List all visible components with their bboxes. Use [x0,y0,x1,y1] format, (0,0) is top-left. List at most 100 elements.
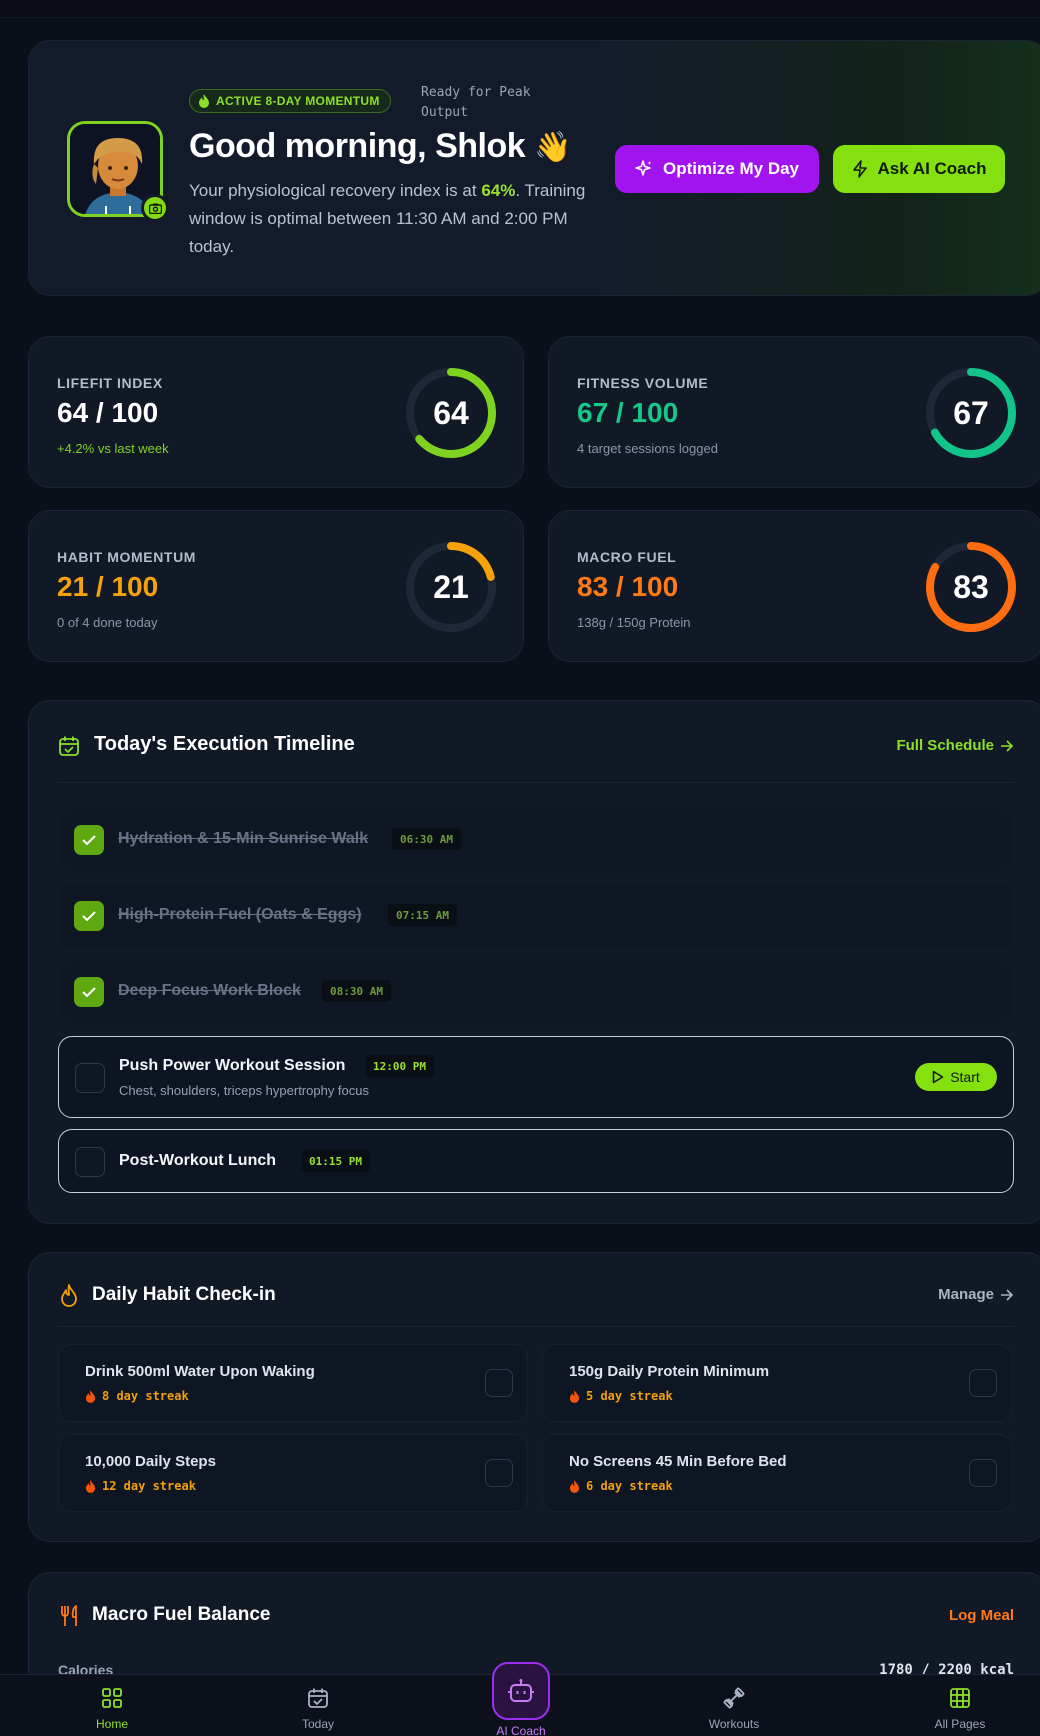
optimize-day-label: Optimize My Day [662,159,800,178]
nav-home[interactable]: Home [52,1675,172,1736]
log-meal-label: Log Meal [948,1607,1014,1624]
habit-item[interactable]: 10,000 Daily Steps 12 day streak [58,1434,528,1512]
nav-all-pages[interactable]: All Pages [900,1675,1020,1736]
habit-streak-label: 12 day streak [102,1479,196,1493]
desc-text-1: Your physiological recovery index is at [189,181,482,200]
checkbox-checked[interactable] [74,825,104,855]
optimize-day-button[interactable]: Optimize My Day [615,145,819,193]
habit-item[interactable]: Drink 500ml Water Upon Waking 8 day stre… [58,1344,528,1422]
wave-icon: 👋 [534,130,571,165]
nav-today-label: Today [301,1717,335,1731]
ai-coach-button[interactable] [492,1662,550,1720]
habits-title: Daily Habit Check-in [92,1284,276,1305]
check-icon [82,911,96,922]
nav-home-label: Home [95,1717,128,1731]
habit-streak: 8 day streak [85,1389,189,1403]
flame-icon [61,1284,77,1307]
manage-link[interactable]: Manage [938,1286,1014,1303]
start-button[interactable]: Start [915,1063,997,1091]
check-icon [82,835,96,846]
timeline-item-sub: Chest, shoulders, triceps hypertrophy fo… [119,1083,370,1098]
checkbox-unchecked[interactable] [75,1063,105,1093]
timeline-item[interactable]: Deep Focus Work Block 08:30 AM [58,961,1014,1023]
arrow-right-icon [1001,1288,1014,1301]
habit-name: No Screens 45 Min Before Bed [569,1453,787,1470]
camera-icon[interactable] [141,194,169,222]
timeline-item-current[interactable]: Push Power Workout Session 12:00 PM Ches… [58,1036,1014,1118]
habit-streak-label: 5 day streak [586,1389,673,1403]
stat-value: 83 / 100 [577,571,679,602]
score-ring-value: 64 [433,394,469,431]
stat-sub: +4.2% vs last week [57,441,169,456]
timeline-time: 01:15 PM [301,1150,370,1172]
timeline-item[interactable]: Post-Workout Lunch 01:15 PM [58,1129,1014,1193]
stat-card-lifefit[interactable]: LIFEFIT INDEX 64 / 100 +4.2% vs last wee… [28,336,524,488]
timeline-item-name: Hydration & 15-Min Sunrise Walk [118,830,369,847]
flame-icon [199,94,209,108]
hero-card: ACTIVE 8-DAY MOMENTUM Ready for Peak Out… [28,40,1040,296]
habit-streak: 12 day streak [85,1479,196,1493]
ready-status: Ready for Peak Output [421,85,531,120]
timeline-item[interactable]: Hydration & 15-Min Sunrise Walk 06:30 AM [58,809,1014,871]
start-label: Start [950,1069,980,1085]
habit-item[interactable]: 150g Daily Protein Minimum 5 day streak [542,1344,1012,1422]
habit-streak: 5 day streak [569,1389,673,1403]
top-status-strip [0,0,1040,18]
habit-checkbox[interactable] [485,1369,513,1397]
habit-item[interactable]: No Screens 45 Min Before Bed 6 day strea… [542,1434,1012,1512]
stat-card-macro[interactable]: MACRO FUEL 83 / 100 138g / 150g Protein … [548,510,1040,662]
habit-checkbox[interactable] [485,1459,513,1487]
nav-workouts[interactable]: Workouts [674,1675,794,1736]
macro-title: Macro Fuel Balance [92,1604,271,1625]
check-icon [82,987,96,998]
nav-today[interactable]: Today [258,1675,378,1736]
fire-icon [569,1479,580,1493]
full-schedule-label: Full Schedule [896,737,994,754]
timeline-item-name: High-Protein Fuel (Oats & Eggs) [118,906,362,923]
calendar-icon [305,1685,331,1711]
habit-checkbox[interactable] [969,1369,997,1397]
score-ring-value: 83 [953,568,989,605]
play-icon [932,1070,944,1084]
checkbox-checked[interactable] [74,977,104,1007]
timeline-time: 07:15 AM [388,904,457,926]
stat-label: FITNESS VOLUME [577,375,709,391]
checkbox-unchecked[interactable] [75,1147,105,1177]
nav-workouts-label: Workouts [708,1717,760,1731]
stat-label: LIFEFIT INDEX [57,375,163,391]
grid-icon [99,1685,125,1711]
arrow-right-icon [1001,739,1014,752]
ask-ai-coach-button[interactable]: Ask AI Coach [833,145,1005,193]
stat-sub: 4 target sessions logged [577,441,718,456]
stat-label: HABIT MOMENTUM [57,549,197,565]
habit-name: Drink 500ml Water Upon Waking [85,1363,315,1380]
fire-icon [85,1389,96,1403]
robot-icon [508,1679,534,1702]
timeline-item-name: Post-Workout Lunch [119,1152,277,1169]
stat-card-habit[interactable]: HABIT MOMENTUM 21 / 100 0 of 4 done toda… [28,510,524,662]
stat-label: MACRO FUEL [577,549,677,565]
timeline-item-name: Push Power Workout Session [119,1057,346,1074]
recovery-percent: 64% [481,181,516,200]
timeline-title: Today's Execution Timeline [94,733,355,755]
momentum-badge: ACTIVE 8-DAY MOMENTUM [189,89,391,113]
stat-card-fitness[interactable]: FITNESS VOLUME 67 / 100 4 target session… [548,336,1040,488]
checkbox-checked[interactable] [74,901,104,931]
stat-sub: 0 of 4 done today [57,615,158,630]
log-meal-link[interactable]: Log Meal [949,1607,1014,1624]
habit-name: 10,000 Daily Steps [85,1453,216,1470]
timeline-item[interactable]: High-Protein Fuel (Oats & Eggs) 07:15 AM [58,885,1014,947]
habit-streak-label: 8 day streak [102,1389,189,1403]
ask-ai-coach-label: Ask AI Coach [877,159,987,178]
full-schedule-link[interactable]: Full Schedule [896,737,1014,754]
fire-icon [569,1389,580,1403]
manage-label: Manage [938,1286,994,1303]
score-ring-value: 67 [953,394,989,431]
fork-knife-icon [61,1605,77,1626]
habit-checkbox[interactable] [969,1459,997,1487]
stat-value: 21 / 100 [57,571,159,602]
greeting-text: Good morning, Shlok [189,127,526,165]
dumbbell-icon [721,1685,747,1711]
timeline-time: 08:30 AM [322,980,391,1002]
calendar-check-icon [59,736,79,756]
